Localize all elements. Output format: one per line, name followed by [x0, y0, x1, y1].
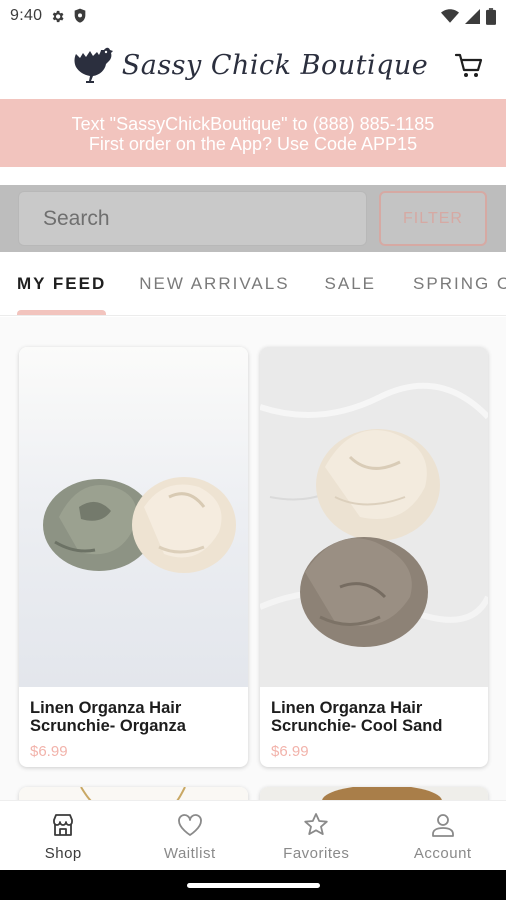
- brand-logo[interactable]: Sassy Chick Boutique: [68, 44, 429, 88]
- nav-label: Account: [413, 845, 472, 862]
- product-card[interactable]: Linen Organza Hair Scrunchie- Organza $6…: [19, 347, 248, 767]
- promo-line-1: Text "SassyChickBoutique" to (888) 885-1…: [71, 114, 435, 134]
- tab-new-arrivals[interactable]: NEW ARRIVALS: [139, 252, 290, 315]
- tab-label: NEW ARRIVALS: [139, 273, 290, 293]
- product-card[interactable]: [19, 787, 248, 800]
- feed-tabs: MY FEED NEW ARRIVALS SALE SPRING CLE: [0, 252, 506, 316]
- product-card[interactable]: Linen Organza Hair Scrunchie- Cool Sand …: [260, 347, 488, 767]
- heart-icon: [177, 814, 202, 836]
- tab-label: MY FEED: [17, 273, 107, 293]
- product-price: $6.99: [30, 743, 68, 760]
- product-image: [260, 347, 488, 687]
- tab-spring-clearance[interactable]: SPRING CLE: [413, 252, 506, 315]
- product-image: [19, 787, 248, 800]
- app-header: Sassy Chick Boutique: [0, 32, 506, 99]
- chicken-logo-icon: [74, 47, 113, 83]
- product-feed: Linen Organza Hair Scrunchie- Organza $6…: [0, 317, 506, 800]
- brand-name: Sassy Chick Boutique: [121, 50, 429, 81]
- nav-favorites[interactable]: Favorites: [253, 801, 380, 870]
- product-image: [19, 347, 248, 687]
- person-icon: [431, 814, 454, 837]
- tab-label: SALE: [324, 273, 377, 293]
- tab-my-feed[interactable]: MY FEED: [17, 252, 107, 315]
- settings-gear-icon: [53, 10, 64, 22]
- product-title: Linen Organza Hair Scrunchie- Organza: [30, 699, 186, 735]
- nav-shop[interactable]: Shop: [0, 801, 127, 870]
- cart-icon[interactable]: [454, 50, 484, 80]
- product-card[interactable]: [260, 787, 488, 800]
- bottom-nav: Shop Waitlist Favorites Account: [0, 800, 506, 870]
- home-gesture-handle[interactable]: [187, 883, 320, 888]
- nav-account[interactable]: Account: [380, 801, 506, 870]
- status-time: 9:40: [10, 7, 43, 24]
- nav-label: Shop: [44, 845, 82, 862]
- status-bar: 9:40: [0, 0, 506, 32]
- shield-icon: [75, 8, 86, 23]
- nav-label: Favorites: [283, 845, 350, 862]
- signal-icon: [465, 8, 480, 24]
- search-bar: Search FILTER: [0, 185, 506, 252]
- product-title: Linen Organza Hair Scrunchie- Cool Sand: [271, 699, 443, 735]
- app-screen: 9:40 Sassy Chick Boutique Text "SassyChi…: [0, 0, 506, 900]
- tab-sale[interactable]: SALE: [324, 252, 377, 315]
- promo-line-2: First order on the App? Use Code APP15: [88, 134, 418, 154]
- active-tab-indicator: [17, 309, 107, 315]
- product-image: [260, 787, 488, 800]
- filter-button[interactable]: FILTER: [379, 191, 487, 246]
- tab-label: SPRING CLE: [413, 273, 506, 293]
- store-icon: [53, 814, 74, 836]
- star-icon: [304, 813, 328, 835]
- battery-icon: [486, 7, 496, 25]
- nav-label: Waitlist: [163, 845, 216, 862]
- promo-banner[interactable]: Text "SassyChickBoutique" to (888) 885-1…: [0, 99, 506, 167]
- system-nav-bar: [0, 870, 506, 900]
- product-price: $6.99: [271, 743, 309, 760]
- search-input[interactable]: Search: [18, 191, 367, 246]
- wifi-icon: [441, 9, 459, 23]
- nav-waitlist[interactable]: Waitlist: [127, 801, 254, 870]
